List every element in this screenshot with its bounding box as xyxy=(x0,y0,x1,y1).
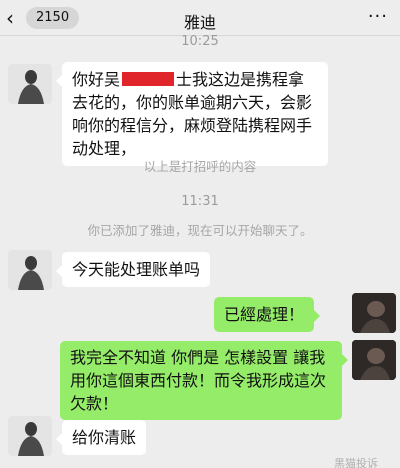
contact-avatar[interactable] xyxy=(8,250,52,290)
chat-header: ‹ 2150 雅迪 ··· xyxy=(0,0,400,36)
message-text: 已經處理！ xyxy=(224,305,305,324)
message-text: 我完全不知道 你們是 怎樣設置 讓我用你這個東西付款！而令我形成這次欠款！ xyxy=(70,348,327,413)
system-notice: 以上是打招呼的内容 xyxy=(143,159,257,174)
message-text: 给你清账 xyxy=(72,428,137,447)
outgoing-message-bubble[interactable]: 已經處理！ xyxy=(214,297,321,332)
watermark-text: 黑猫投诉 xyxy=(334,457,378,468)
incoming-message-bubble[interactable]: 你好吴 士我这边是携程拿去花的，你的账单逾期六天，会影响你的程信分，麻烦登陆携程网… xyxy=(56,62,328,166)
more-options-icon[interactable]: ··· xyxy=(368,6,388,27)
outgoing-message-bubble[interactable]: 我完全不知道 你們是 怎樣設置 讓我用你這個東西付款！而令我形成這次欠款！ xyxy=(60,341,348,420)
system-notice: 你已添加了雅迪，现在可以开始聊天了。 xyxy=(87,223,313,238)
contact-avatar[interactable] xyxy=(8,416,52,456)
my-avatar[interactable] xyxy=(352,340,396,380)
contact-avatar[interactable] xyxy=(8,64,52,104)
timestamp: 11:31 xyxy=(181,194,219,209)
incoming-message-bubble[interactable]: 给你清账 xyxy=(55,420,147,455)
chat-title: 雅迪 xyxy=(183,13,216,32)
message-text: 今天能处理账单吗 xyxy=(72,260,201,279)
redacted-name xyxy=(122,72,175,86)
message-text: 你好吴 xyxy=(72,70,121,89)
incoming-message-bubble[interactable]: 今天能处理账单吗 xyxy=(55,252,211,287)
my-avatar[interactable] xyxy=(352,293,396,333)
timestamp: 10:25 xyxy=(181,34,219,49)
